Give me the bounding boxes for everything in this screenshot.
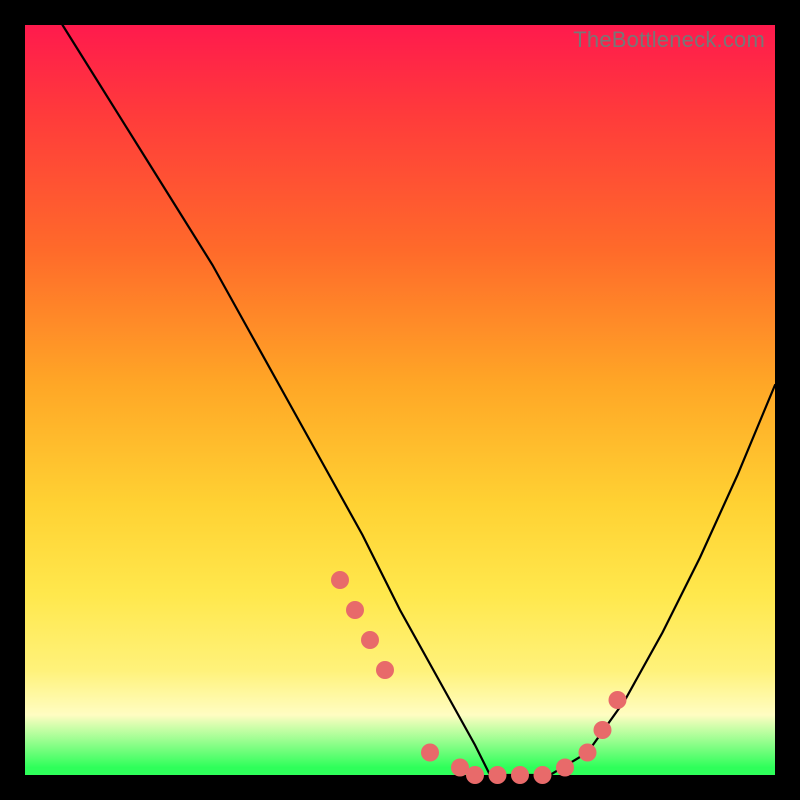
curve-layer: [25, 25, 775, 775]
highlight-dot: [361, 631, 379, 649]
highlight-dot: [376, 661, 394, 679]
highlight-dot: [594, 721, 612, 739]
chart-frame: TheBottleneck.com: [0, 0, 800, 800]
highlight-dot: [579, 744, 597, 762]
bottleneck-curve: [63, 25, 776, 775]
highlight-dot: [466, 766, 484, 784]
highlight-dot: [534, 766, 552, 784]
highlight-dot: [511, 766, 529, 784]
highlight-dot: [556, 759, 574, 777]
plot-area: TheBottleneck.com: [25, 25, 775, 775]
highlight-dot: [489, 766, 507, 784]
highlight-dot: [421, 744, 439, 762]
highlight-dot: [609, 691, 627, 709]
highlight-dot: [331, 571, 349, 589]
highlight-dot: [346, 601, 364, 619]
